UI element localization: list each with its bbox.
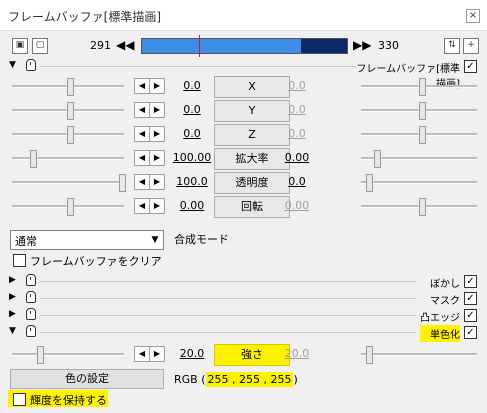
group-divider (40, 298, 416, 299)
opacity-left-slider-thumb[interactable] (119, 174, 126, 192)
filter-monochrome-checkbox[interactable]: ✓ (464, 326, 477, 339)
next-frame-button[interactable]: ▶▶ (353, 38, 371, 52)
filter-name-blur: ぼかし (430, 279, 460, 290)
clear-framebuffer-checkbox[interactable] (13, 254, 26, 267)
x-start-value[interactable]: 0.0 (172, 79, 212, 92)
scale-left-slider-track[interactable] (12, 157, 124, 160)
group-divider (40, 332, 416, 333)
scale-end-value[interactable]: 0.00 (277, 151, 317, 164)
scale-decrement-button[interactable]: ◀ (134, 150, 150, 166)
rotation-end-value[interactable]: 0.00 (277, 199, 317, 212)
strength-right-slider-track[interactable] (361, 353, 477, 356)
z-start-value[interactable]: 0.0 (172, 127, 212, 140)
z-left-slider-thumb[interactable] (67, 126, 74, 144)
title-bar: フレームバッファ[標準描画] × (0, 0, 487, 31)
y-left-slider-thumb[interactable] (67, 102, 74, 120)
x-increment-button[interactable]: ▶ (149, 78, 165, 94)
y-increment-button[interactable]: ▶ (149, 102, 165, 118)
collapse-arrow-icon[interactable]: ▼ (9, 60, 16, 70)
filter-name-mask: マスク (430, 296, 460, 307)
filter-name-emboss: 凸エッジ (420, 313, 460, 324)
filter-lock-icon[interactable] (26, 274, 36, 286)
opacity-decrement-button[interactable]: ◀ (134, 174, 150, 190)
filter-lock-icon[interactable] (26, 59, 36, 71)
group-divider (40, 281, 416, 282)
group-divider (40, 66, 356, 67)
frame-select-icon[interactable]: ▢ (32, 38, 48, 54)
keep-luma-checkbox[interactable] (13, 393, 26, 406)
opacity-start-value[interactable]: 100.0 (170, 175, 214, 188)
timeline-selection (301, 39, 347, 53)
y-decrement-button[interactable]: ◀ (134, 102, 150, 118)
filter-name-monochrome: 単色化 (420, 325, 460, 342)
z-end-value[interactable]: 0.0 (277, 127, 317, 140)
strength-end-value[interactable]: 20.0 (277, 347, 317, 360)
z-decrement-button[interactable]: ◀ (134, 126, 150, 142)
color-settings-button[interactable]: 色の設定 (10, 369, 164, 389)
x-right-slider-thumb[interactable] (419, 78, 426, 96)
y-right-slider-thumb[interactable] (419, 102, 426, 120)
frame-end: 330 (378, 39, 399, 52)
z-right-slider-thumb[interactable] (419, 126, 426, 144)
z-increment-button[interactable]: ▶ (149, 126, 165, 142)
strength-left-slider-thumb[interactable] (37, 346, 44, 364)
frame-start: 291 (90, 39, 111, 52)
x-left-slider-thumb[interactable] (67, 78, 74, 96)
object-enable-checkbox[interactable]: ✓ (464, 60, 477, 73)
filter-lock-icon[interactable] (26, 325, 36, 337)
scale-increment-button[interactable]: ▶ (149, 150, 165, 166)
strength-increment-button[interactable]: ▶ (149, 346, 165, 362)
rgb-value: 255 , 255 , 255 (205, 372, 294, 387)
y-start-value[interactable]: 0.0 (172, 103, 212, 116)
opacity-end-value[interactable]: 0.0 (277, 175, 317, 188)
filter-mask-checkbox[interactable]: ✓ (464, 292, 477, 305)
rotation-left-slider-thumb[interactable] (67, 198, 74, 216)
rgb-prefix: RGB ( (174, 373, 206, 386)
opacity-left-slider-track[interactable] (12, 181, 124, 184)
scale-left-slider-thumb[interactable] (30, 150, 37, 168)
collapse-arrow-icon[interactable]: ▼ (9, 326, 16, 336)
close-button[interactable]: × (466, 9, 480, 23)
strength-start-value[interactable]: 20.0 (172, 347, 212, 360)
strength-decrement-button[interactable]: ◀ (134, 346, 150, 362)
filter-lock-icon[interactable] (26, 291, 36, 303)
loop-icon[interactable]: ⇅ (444, 38, 460, 54)
rgb-suffix: ) (293, 373, 298, 386)
filter-emboss-checkbox[interactable]: ✓ (464, 309, 477, 322)
rotation-right-slider-thumb[interactable] (419, 198, 426, 216)
chevron-down-icon[interactable]: ▼ (147, 231, 163, 249)
scale-right-slider-thumb[interactable] (374, 150, 381, 168)
group-divider (40, 315, 416, 316)
prev-frame-button[interactable]: ◀◀ (116, 38, 134, 52)
camera-icon[interactable]: ▣ (12, 38, 28, 54)
window-title: フレームバッファ[標準描画] (8, 10, 162, 24)
rgb-readout: RGB (255 , 255 , 255) (174, 372, 298, 387)
expand-arrow-icon[interactable]: ▶ (9, 309, 16, 319)
expand-arrow-icon[interactable]: ▶ (9, 292, 16, 302)
opacity-increment-button[interactable]: ▶ (149, 174, 165, 190)
x-end-value[interactable]: 0.0 (277, 79, 317, 92)
timeline-cursor[interactable] (199, 35, 200, 57)
keep-luma-label: 輝度を保持する (30, 394, 107, 407)
strength-right-slider-thumb[interactable] (366, 346, 373, 364)
filter-lock-icon[interactable] (26, 308, 36, 320)
blend-mode-label: 合成モード (174, 233, 229, 246)
scale-start-value[interactable]: 100.00 (170, 151, 214, 164)
y-end-value[interactable]: 0.0 (277, 103, 317, 116)
opacity-right-slider-thumb[interactable] (366, 174, 373, 192)
expand-arrow-icon[interactable]: ▶ (9, 275, 16, 285)
clear-framebuffer-label: フレームバッファをクリア (30, 255, 162, 268)
x-decrement-button[interactable]: ◀ (134, 78, 150, 94)
frame-timeline[interactable] (141, 35, 348, 57)
rotation-start-value[interactable]: 0.00 (170, 199, 214, 212)
blend-mode-select[interactable]: 通常 ▼ (10, 230, 164, 250)
blend-mode-value: 通常 (15, 235, 37, 248)
strength-left-slider-track[interactable] (12, 353, 124, 356)
add-filter-button[interactable]: + (463, 38, 479, 54)
filter-blur-checkbox[interactable]: ✓ (464, 275, 477, 288)
rotation-increment-button[interactable]: ▶ (149, 198, 165, 214)
rotation-decrement-button[interactable]: ◀ (134, 198, 150, 214)
opacity-right-slider-track[interactable] (361, 181, 477, 184)
